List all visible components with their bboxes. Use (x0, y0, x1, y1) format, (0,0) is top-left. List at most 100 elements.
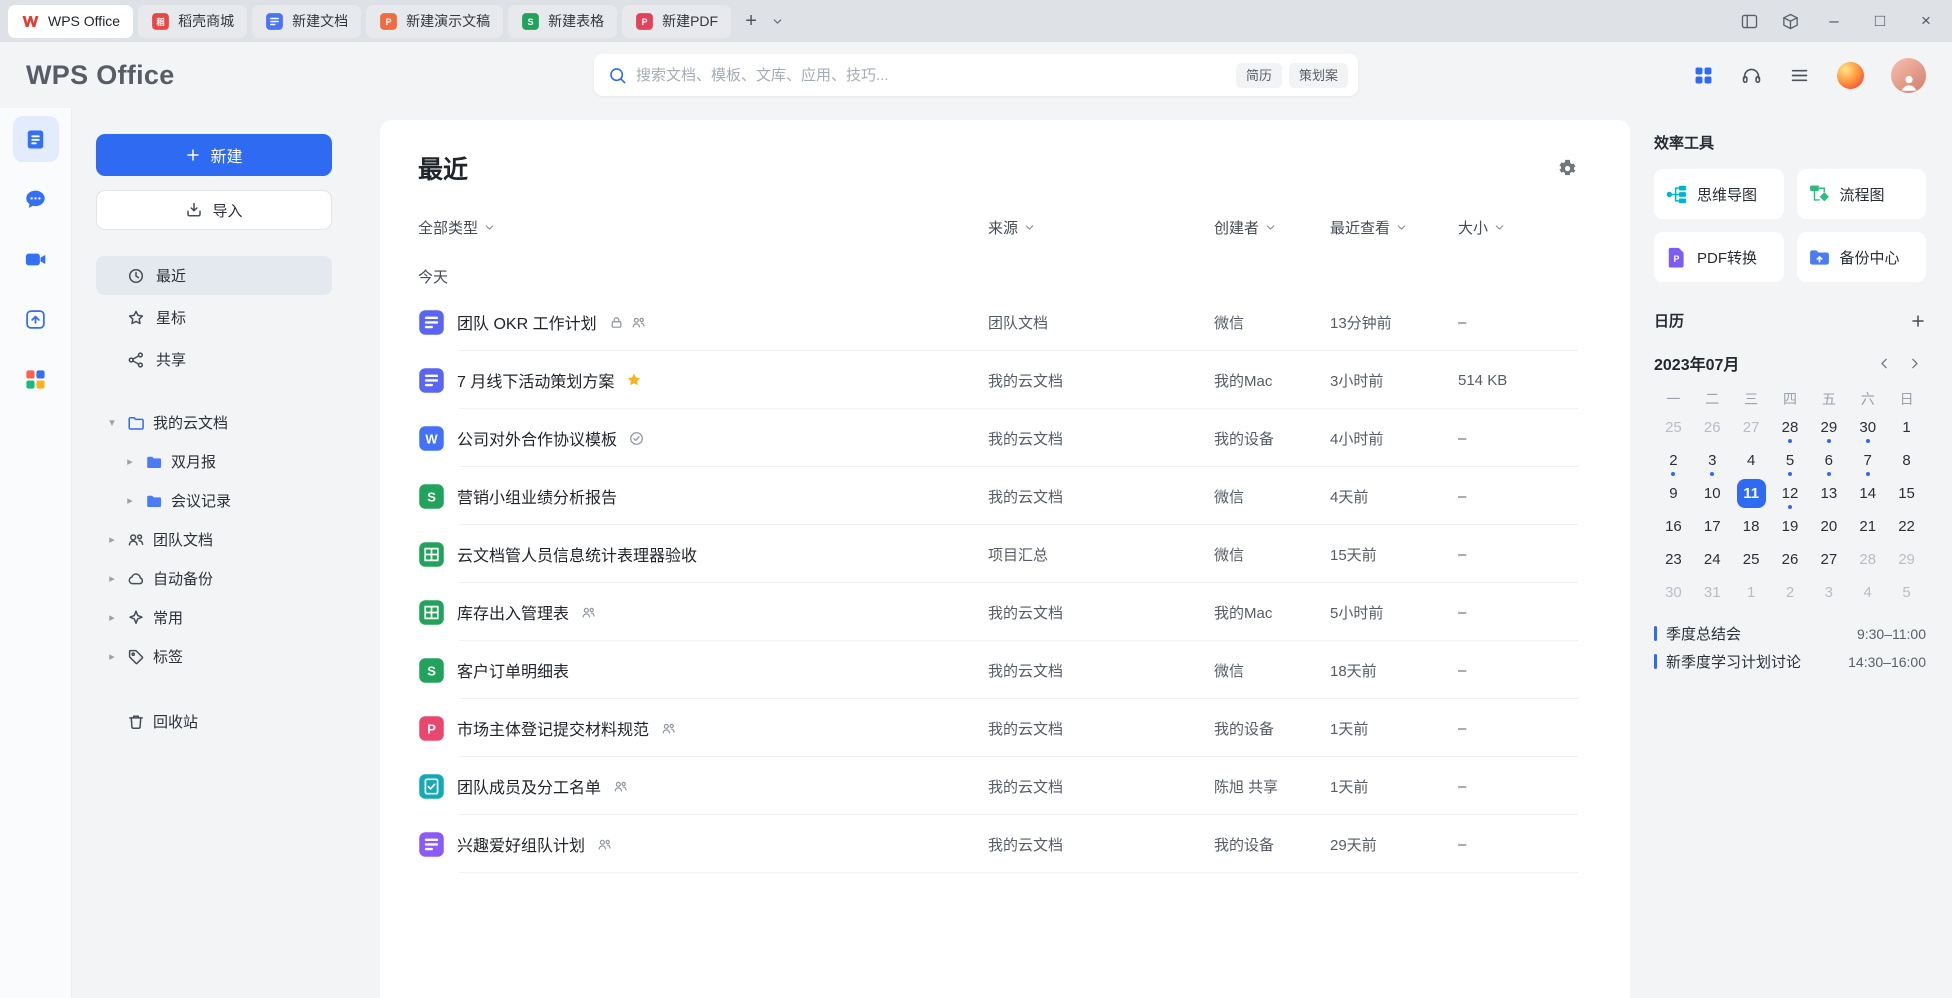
calendar-day[interactable]: 20 (1809, 510, 1848, 543)
calendar-day[interactable]: 4 (1848, 576, 1887, 609)
calendar-day[interactable]: 11 (1732, 477, 1771, 510)
minimize-button[interactable]: – (1822, 9, 1846, 33)
sidebar-item-starred[interactable]: 星标 (96, 298, 332, 337)
calendar-event[interactable]: 新季度学习计划讨论 14:30–16:00 (1654, 651, 1926, 672)
close-button[interactable]: × (1914, 9, 1938, 33)
membership-button[interactable] (1837, 62, 1864, 89)
calendar-day[interactable]: 27 (1732, 411, 1771, 444)
layout-toggle-icon[interactable] (1740, 12, 1759, 31)
caret-expanded-icon[interactable]: ▾ (105, 416, 119, 429)
file-row[interactable]: P 市场主体登记提交材料规范 我的云文档 我的设备 1天前 – (418, 699, 1578, 757)
tab-new-document[interactable]: 新建文档 (252, 5, 361, 38)
calendar-day[interactable]: 26 (1693, 411, 1732, 444)
calendar-day[interactable]: 19 (1771, 510, 1810, 543)
calendar-event[interactable]: 季度总结会 9:30–11:00 (1654, 623, 1926, 644)
maximize-button[interactable]: □ (1868, 9, 1892, 33)
search-shortcut-chip[interactable]: 策划案 (1289, 63, 1348, 88)
file-row[interactable]: 兴趣爱好组队计划 我的云文档 我的设备 29天前 – (418, 815, 1578, 873)
account-avatar-button[interactable] (1891, 58, 1926, 93)
file-row[interactable]: 团队成员及分工名单 我的云文档 陈旭 共享 1天前 – (418, 757, 1578, 815)
search-shortcut-chip[interactable]: 简历 (1236, 63, 1282, 88)
filter-source[interactable]: 来源 (988, 217, 1036, 238)
file-row[interactable]: 云文档管人员信息统计表理器验收 项目汇总 微信 15天前 – (418, 525, 1578, 583)
calendar-day[interactable]: 17 (1693, 510, 1732, 543)
tree-item-team-docs[interactable]: ▸ 团队文档 (96, 520, 332, 559)
calendar-day[interactable]: 8 (1887, 444, 1926, 477)
calendar-day[interactable]: 29 (1887, 543, 1926, 576)
caret-collapsed-icon[interactable]: ▸ (123, 494, 137, 507)
rail-item-app-center[interactable] (13, 356, 59, 402)
filter-type[interactable]: 全部类型 (418, 217, 496, 238)
calendar-day[interactable]: 21 (1848, 510, 1887, 543)
tree-item-bimonthly-report[interactable]: ▸ 双月报 (96, 442, 332, 481)
calendar-day[interactable]: 9 (1654, 477, 1693, 510)
sidebar-item-recycle-bin[interactable]: 回收站 (96, 702, 332, 741)
calendar-day[interactable]: 7 (1848, 444, 1887, 477)
calendar-day[interactable]: 27 (1809, 543, 1848, 576)
calendar-day[interactable]: 28 (1848, 543, 1887, 576)
tool-mindmap[interactable]: 思维导图 (1654, 169, 1784, 219)
import-button[interactable]: 导入 (96, 190, 332, 230)
calendar-day[interactable]: 4 (1732, 444, 1771, 477)
calendar-day[interactable]: 2 (1771, 576, 1810, 609)
rail-item-messages[interactable] (13, 176, 59, 222)
calendar-day[interactable]: 3 (1693, 444, 1732, 477)
filter-last-viewed[interactable]: 最近查看 (1330, 217, 1408, 238)
tree-item-labels[interactable]: ▸ 标签 (96, 637, 332, 676)
calendar-day[interactable]: 16 (1654, 510, 1693, 543)
tab-docer-store[interactable]: 稻 稻壳商城 (138, 5, 247, 38)
tree-item-meeting-notes[interactable]: ▸ 会议记录 (96, 481, 332, 520)
rail-item-meetings[interactable] (13, 236, 59, 282)
search-input[interactable] (636, 67, 1227, 84)
calendar-day[interactable]: 24 (1693, 543, 1732, 576)
tab-home[interactable]: WPS Office (8, 5, 133, 38)
global-search[interactable]: 简历策划案 (594, 54, 1358, 96)
calendar-day[interactable]: 30 (1654, 576, 1693, 609)
tree-item-auto-backup[interactable]: ▸ 自动备份 (96, 559, 332, 598)
rail-item-documents[interactable] (13, 116, 59, 162)
calendar-day[interactable]: 5 (1887, 576, 1926, 609)
sidebar-item-recent[interactable]: 最近 (96, 256, 332, 295)
customer-support-button[interactable] (1741, 65, 1762, 86)
caret-collapsed-icon[interactable]: ▸ (105, 533, 119, 546)
calendar-day[interactable]: 5 (1771, 444, 1810, 477)
file-row[interactable]: S 客户订单明细表 我的云文档 微信 18天前 – (418, 641, 1578, 699)
sidebar-item-shared[interactable]: 共享 (96, 340, 332, 379)
calendar-day[interactable]: 10 (1693, 477, 1732, 510)
calendar-day[interactable]: 15 (1887, 477, 1926, 510)
file-row[interactable]: 7 月线下活动策划方案 我的云文档 我的Mac 3小时前 514 KB (418, 351, 1578, 409)
calendar-day[interactable]: 29 (1809, 411, 1848, 444)
new-tab-button[interactable]: + (736, 6, 766, 36)
add-event-button[interactable] (1910, 313, 1926, 329)
main-menu-button[interactable] (1789, 65, 1810, 86)
tool-pdf-convert[interactable]: P PDF转换 (1654, 232, 1784, 282)
tool-backup-center[interactable]: 备份中心 (1797, 232, 1927, 282)
settings-gear-icon[interactable] (1557, 158, 1578, 179)
apps-launcher-button[interactable] (1693, 65, 1714, 86)
caret-collapsed-icon[interactable]: ▸ (105, 572, 119, 585)
calendar-day[interactable]: 2 (1654, 444, 1693, 477)
calendar-day[interactable]: 1 (1887, 411, 1926, 444)
calendar-day[interactable]: 31 (1693, 576, 1732, 609)
calendar-day[interactable]: 13 (1809, 477, 1848, 510)
file-row[interactable]: 团队 OKR 工作计划 团队文档 微信 13分钟前 – (418, 293, 1578, 351)
caret-collapsed-icon[interactable]: ▸ (123, 455, 137, 468)
calendar-next-button[interactable] (1902, 351, 1926, 375)
file-row[interactable]: S 营销小组业绩分析报告 我的云文档 微信 4天前 – (418, 467, 1578, 525)
calendar-day[interactable]: 18 (1732, 510, 1771, 543)
calendar-day[interactable]: 26 (1771, 543, 1810, 576)
tab-new-spreadsheet[interactable]: S 新建表格 (508, 5, 617, 38)
calendar-day[interactable]: 6 (1809, 444, 1848, 477)
calendar-day[interactable]: 28 (1771, 411, 1810, 444)
tab-new-pdf[interactable]: P 新建PDF (622, 5, 731, 38)
new-document-button[interactable]: 新建 (96, 134, 332, 176)
caret-collapsed-icon[interactable]: ▸ (105, 650, 119, 663)
calendar-day[interactable]: 14 (1848, 477, 1887, 510)
filter-size[interactable]: 大小 (1458, 217, 1506, 238)
file-row[interactable]: 库存出入管理表 我的云文档 我的Mac 5小时前 – (418, 583, 1578, 641)
calendar-day[interactable]: 25 (1732, 543, 1771, 576)
calendar-prev-button[interactable] (1872, 351, 1896, 375)
filter-creator[interactable]: 创建者 (1214, 217, 1277, 238)
rail-item-cloud-transfer[interactable] (13, 296, 59, 342)
workspace-box-icon[interactable] (1781, 12, 1800, 31)
